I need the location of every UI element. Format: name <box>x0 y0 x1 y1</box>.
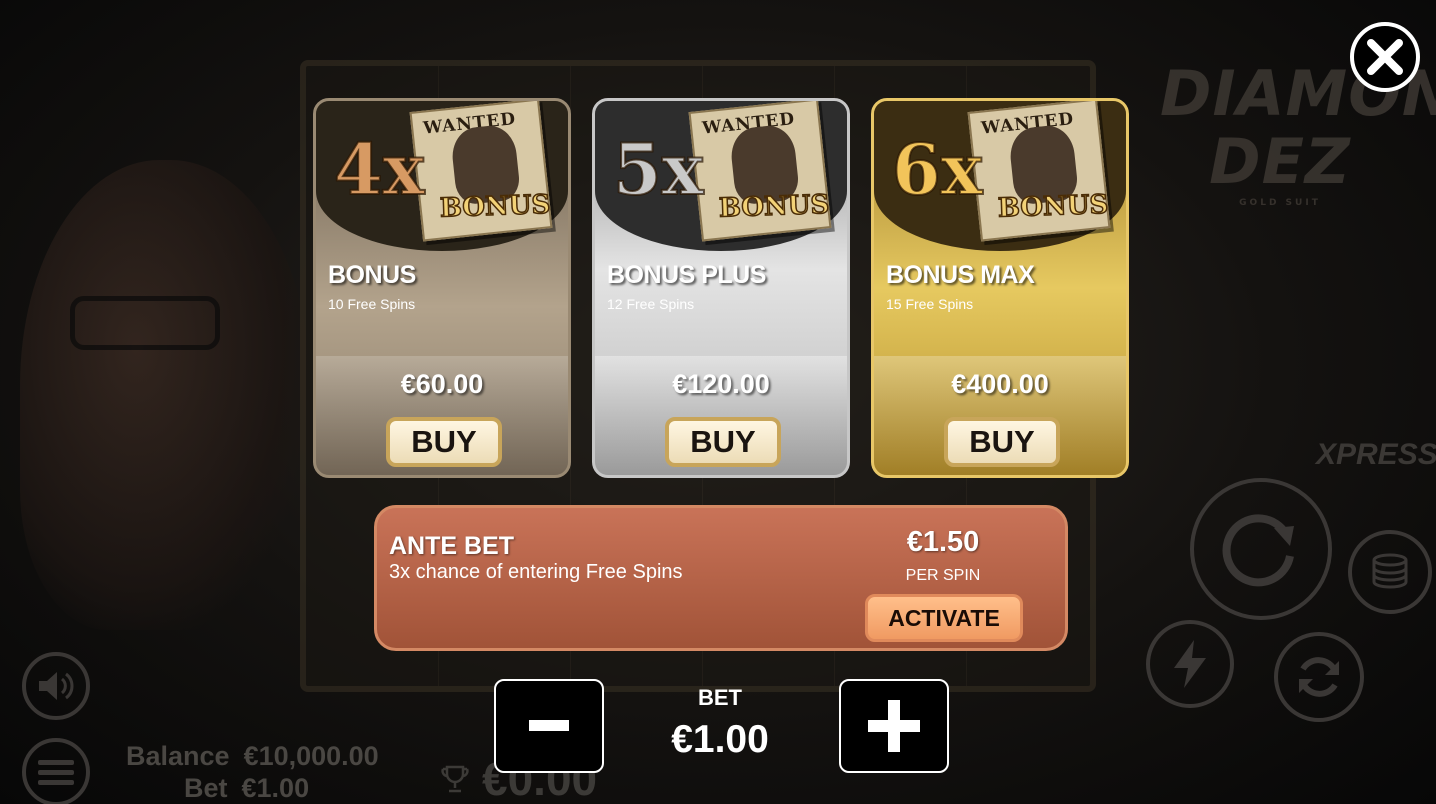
autoplay-button[interactable] <box>1274 632 1364 722</box>
menu-icon <box>38 760 74 785</box>
autoplay-icon <box>1299 657 1339 697</box>
bonus-name: BONUS <box>328 261 416 289</box>
menu-button[interactable] <box>22 738 90 804</box>
decrease-bet-button[interactable] <box>494 679 604 773</box>
background-character-glasses <box>70 296 220 350</box>
ante-bet-cost: €1.50 <box>906 526 980 558</box>
game-logo-sub: GOLD SUIT <box>1239 198 1321 208</box>
game-screen: DIAMOND DEZ GOLD SUIT XPRESS Balance €10… <box>0 0 1436 804</box>
turbo-button[interactable] <box>1146 620 1234 708</box>
poster-bonus-text: BONUS <box>718 189 831 224</box>
buy-bonus-button[interactable]: BUY <box>386 417 502 467</box>
bonus-plus-card: WANTED BONUS 5x BONUS PLUS 12 Free Spins… <box>592 98 850 478</box>
xpress-label: XPRESS <box>1316 438 1436 471</box>
poster-bonus-text: BONUS <box>439 189 552 224</box>
bonus-price: €60.00 <box>400 369 484 399</box>
sound-icon <box>39 672 74 700</box>
bonus-price: €120.00 <box>672 369 770 399</box>
bonus-spins: 15 Free Spins <box>886 296 974 312</box>
bonus-price: €400.00 <box>951 369 1049 399</box>
bonus-spins: 10 Free Spins <box>328 296 416 312</box>
ante-bet-title: ANTE BET <box>389 532 514 560</box>
coins-icon <box>1372 553 1408 589</box>
lightning-icon <box>1174 640 1206 688</box>
spin-button[interactable] <box>1190 478 1332 620</box>
plus-icon <box>868 700 920 752</box>
buy-bonus-max-button[interactable]: BUY <box>944 417 1060 467</box>
close-icon <box>1367 39 1403 75</box>
spin-icon <box>1222 514 1294 587</box>
increase-bet-button[interactable] <box>839 679 949 773</box>
bonus-multiplier: 4x <box>333 128 425 211</box>
ante-bet-per-spin: PER SPIN <box>905 567 981 584</box>
balance-value: €10,000.00 <box>243 741 379 771</box>
minus-icon <box>529 720 569 731</box>
bonus-multiplier: 6x <box>891 128 983 211</box>
bonus-multiplier: 5x <box>612 128 704 211</box>
wanted-poster-image: WANTED BONUS <box>409 101 553 242</box>
wanted-poster-image: WANTED BONUS <box>967 101 1111 242</box>
bet-stack-button[interactable] <box>1348 530 1432 614</box>
bonus-spins: 12 Free Spins <box>607 296 695 312</box>
ante-bet-panel: ANTE BET 3x chance of entering Free Spin… <box>374 505 1068 651</box>
game-logo-line2: DEZ <box>1209 125 1351 198</box>
activate-ante-bet-button[interactable]: ACTIVATE <box>865 594 1023 642</box>
buy-bonus-plus-button[interactable]: BUY <box>665 417 781 467</box>
bonus-name: BONUS MAX <box>886 261 1035 289</box>
wanted-poster-image: WANTED BONUS <box>688 101 832 242</box>
close-button[interactable] <box>1350 22 1420 92</box>
bonus-max-card: WANTED BONUS 6x BONUS MAX 15 Free Spins … <box>871 98 1129 478</box>
balance-label: Balance <box>126 741 230 771</box>
poster-bonus-text: BONUS <box>997 189 1110 224</box>
bet-label: BET <box>698 685 742 710</box>
trophy-icon <box>441 765 469 793</box>
balance-panel: Balance €10,000.00 Bet €1.00 <box>126 740 379 804</box>
ante-bet-description: 3x chance of entering Free Spins <box>389 561 683 583</box>
sound-button[interactable] <box>22 652 90 720</box>
bonus-name: BONUS PLUS <box>607 261 766 289</box>
bonus-card: WANTED BONUS 4x BONUS 10 Free Spins €60.… <box>313 98 571 478</box>
background-character <box>20 160 310 630</box>
bet-value: €1.00 <box>671 718 769 761</box>
footer-bet-value: €1.00 <box>241 773 310 803</box>
footer-bet-label: Bet <box>184 773 228 803</box>
